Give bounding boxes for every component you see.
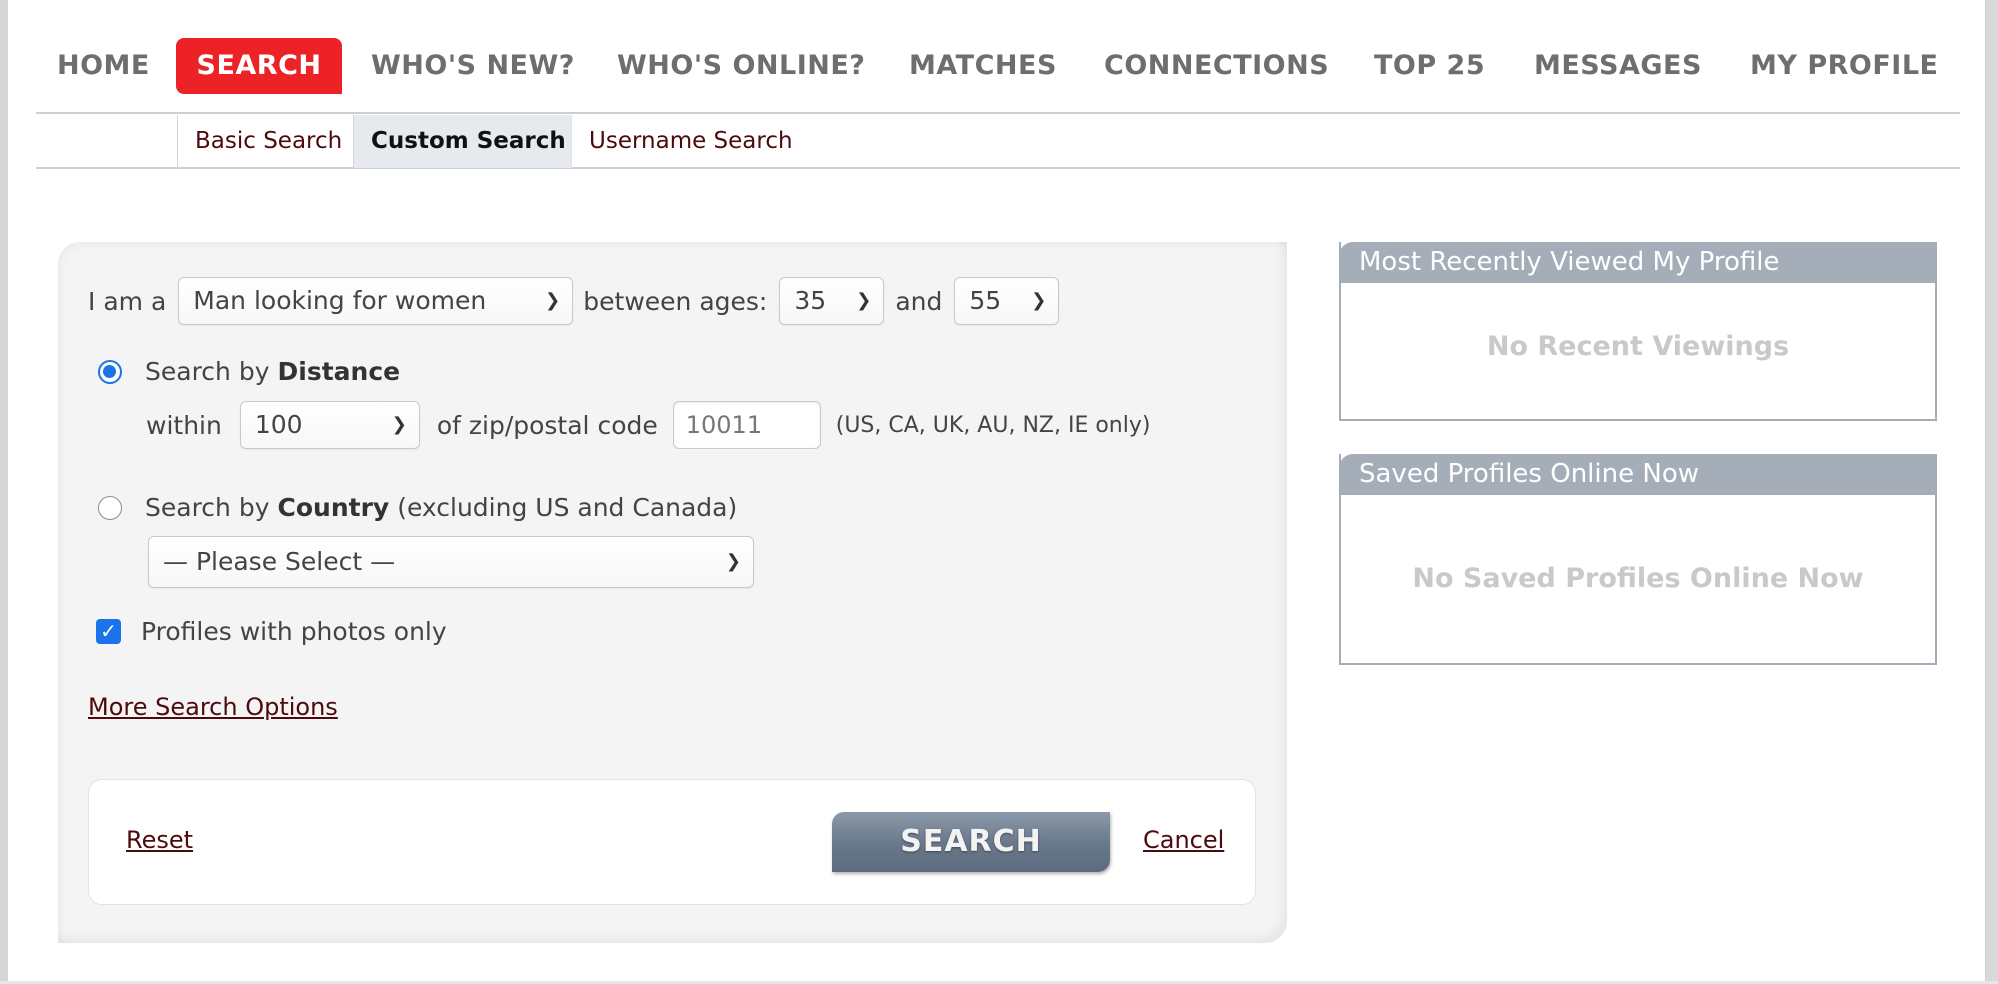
recent-viewers-empty: No Recent Viewings — [1486, 331, 1790, 362]
chevron-down-icon: ❯ — [1031, 290, 1047, 311]
distance-label-bold: Distance — [277, 357, 401, 386]
distance-detail-row: within 100 ❯ of zip/postal code 10011 (U… — [146, 401, 1150, 449]
distance-option-row: Search by Distance — [98, 357, 400, 386]
photos-only-row: ✓ Profiles with photos only — [96, 617, 447, 646]
age-max-select[interactable]: 55 ❯ — [954, 277, 1060, 325]
country-select[interactable]: — Please Select — ❯ — [148, 536, 754, 588]
country-label-prefix: Search by — [145, 493, 270, 522]
reset-link[interactable]: Reset — [126, 826, 193, 854]
distance-select[interactable]: 100 ❯ — [239, 401, 420, 449]
vertical-scrollbar[interactable] — [1985, 0, 1998, 984]
nav-connections[interactable]: CONNECTIONS — [1104, 38, 1329, 94]
zip-hint: (US, CA, UK, AU, NZ, IE only) — [835, 412, 1151, 438]
age-min-select[interactable]: 35 ❯ — [779, 277, 885, 325]
more-options-row: More Search Options — [88, 693, 338, 721]
nav-whos-new[interactable]: WHO'S NEW? — [371, 38, 575, 94]
within-label: within — [146, 410, 222, 440]
search-subtabs: Basic Search Custom Search Username Sear… — [177, 115, 810, 168]
country-radio[interactable] — [98, 495, 122, 520]
and-label: and — [895, 286, 943, 316]
chevron-down-icon: ❯ — [725, 551, 741, 572]
nav-home[interactable]: HOME — [57, 38, 150, 94]
zip-label: of zip/postal code — [436, 410, 658, 440]
i-am-a-label: I am a — [88, 286, 167, 316]
distance-select-value: 100 — [254, 410, 303, 439]
saved-profiles-box: Saved Profiles Online Now No Saved Profi… — [1339, 454, 1937, 665]
seeking-select[interactable]: Man looking for women ❯ — [178, 277, 574, 325]
nav-divider-top — [36, 112, 1960, 114]
between-ages-label: between ages: — [583, 286, 768, 316]
country-label-suffix: (excluding US and Canada) — [397, 493, 738, 522]
chevron-down-icon: ❯ — [391, 414, 407, 435]
chevron-down-icon: ❯ — [856, 290, 872, 311]
subtab-username-search[interactable]: Username Search — [571, 115, 810, 168]
more-search-options-link[interactable]: More Search Options — [88, 693, 338, 721]
country-select-value: — Please Select — — [163, 547, 396, 576]
recent-viewers-title: Most Recently Viewed My Profile — [1339, 242, 1937, 283]
age-min-value: 35 — [794, 286, 827, 315]
main-nav: HOME SEARCH WHO'S NEW? WHO'S ONLINE? MAT… — [0, 38, 1998, 94]
country-select-row: — Please Select — ❯ — [148, 536, 754, 588]
nav-top-25[interactable]: TOP 25 — [1374, 38, 1485, 94]
distance-radio[interactable] — [98, 359, 122, 384]
saved-profiles-title: Saved Profiles Online Now — [1339, 454, 1937, 495]
custom-search-form: I am a Man looking for women ❯ between a… — [58, 242, 1287, 943]
nav-matches[interactable]: MATCHES — [909, 38, 1057, 94]
cancel-link[interactable]: Cancel — [1143, 826, 1224, 854]
chevron-down-icon: ❯ — [545, 290, 561, 311]
seeking-row: I am a Man looking for women ❯ between a… — [88, 277, 1060, 325]
nav-messages[interactable]: MESSAGES — [1534, 38, 1702, 94]
nav-search[interactable]: SEARCH — [176, 38, 342, 94]
nav-my-profile[interactable]: MY PROFILE — [1750, 38, 1939, 94]
distance-label-prefix: Search by — [145, 357, 270, 386]
recent-viewers-box: Most Recently Viewed My Profile No Recen… — [1339, 242, 1937, 421]
subtab-basic-search[interactable]: Basic Search — [177, 115, 353, 168]
subtab-custom-search[interactable]: Custom Search — [353, 115, 571, 168]
search-button[interactable]: SEARCH — [832, 812, 1110, 872]
form-actions: Reset SEARCH Cancel — [88, 779, 1256, 905]
photos-only-checkbox[interactable]: ✓ — [96, 619, 121, 644]
zip-input[interactable]: 10011 — [672, 401, 821, 449]
photos-only-label: Profiles with photos only — [141, 617, 447, 646]
saved-profiles-empty: No Saved Profiles Online Now — [1412, 563, 1864, 594]
country-label-bold: Country — [277, 493, 390, 522]
nav-whos-online[interactable]: WHO'S ONLINE? — [617, 38, 865, 94]
age-max-value: 55 — [969, 286, 1002, 315]
country-option-row: Search by Country (excluding US and Cana… — [98, 493, 737, 522]
seeking-select-value: Man looking for women — [193, 286, 487, 315]
left-window-edge — [0, 0, 8, 984]
